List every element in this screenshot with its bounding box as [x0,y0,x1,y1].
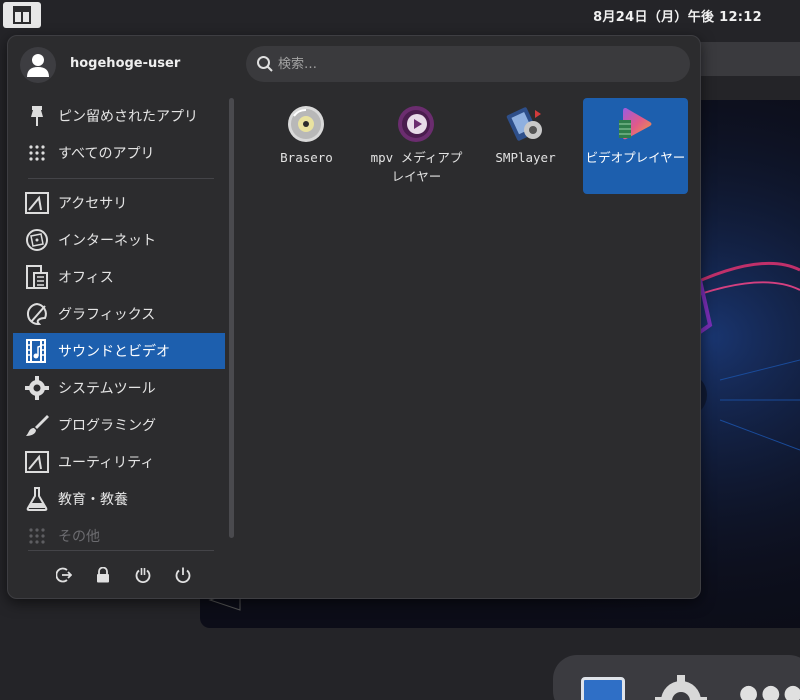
category-scrollbar[interactable] [229,98,234,538]
programming-icon [24,412,50,438]
app-label: Brasero [280,150,333,165]
system-tools-icon [24,375,50,401]
app-label: mpv メディアプレイヤー [370,150,463,184]
graphics-icon [24,301,50,327]
power-icon [175,567,191,583]
user-avatar[interactable] [20,47,56,83]
smplayer-icon [506,107,542,141]
pinned-apps-item[interactable]: ピン留めされたアプリ [13,98,225,134]
video-player-icon [619,108,652,140]
app-video-player[interactable]: ビデオプレイヤー [583,98,688,194]
app-grid: Brasero mpv メディアプレイヤー SMPlayer ビデオプレイヤー [244,96,694,296]
search-icon [257,56,273,72]
app-smplayer[interactable]: SMPlayer [473,98,578,194]
app-brasero[interactable]: Brasero [254,98,359,194]
lock-icon [97,567,109,583]
app-menu-button[interactable] [3,2,41,28]
all-apps-item[interactable]: すべてのアプリ [13,135,225,171]
dock: ●●● [553,655,800,700]
category-other[interactable]: その他 [13,518,225,554]
search-box[interactable] [246,46,690,82]
desktop: 8月24日（月）午後 12:12 ●●● hogehoge-user 検索… ピ… [0,0,800,700]
session-buttons [48,564,208,588]
accessories-icon [24,190,50,216]
category-sound-video[interactable]: サウンドとビデオ [13,333,225,369]
app-menu-icon [13,6,31,24]
dock-app-icon[interactable] [581,677,625,700]
app-label: ビデオプレイヤー [585,150,686,165]
divider [28,178,214,179]
category-programming[interactable]: プログラミング [13,407,225,443]
brasero-icon [288,106,324,142]
background-window-titlebar[interactable] [700,42,800,76]
category-system-tools[interactable]: システムツール [13,370,225,406]
category-education[interactable]: 教育・教養 [13,481,225,517]
user-icon [27,54,49,77]
lock-button[interactable] [92,564,114,586]
category-graphics[interactable]: グラフィックス [13,296,225,332]
category-internet[interactable]: インターネット [13,222,225,258]
settings-gear-icon[interactable] [653,673,709,700]
app-label: SMPlayer [495,150,556,165]
suspend-button[interactable] [132,564,154,586]
pin-icon [24,103,50,129]
power-off-button[interactable] [172,564,194,586]
mpv-icon [398,106,434,142]
category-accessories[interactable]: アクセサリ [13,185,225,221]
more-apps-icon[interactable]: ●●● [739,681,800,700]
search-input[interactable] [278,53,668,75]
application-menu: hogehoge-user ピン留めされたアプリ すべてのアプリ [7,35,701,599]
suspend-icon [135,568,151,583]
user-name[interactable]: hogehoge-user [70,56,180,71]
divider [28,550,214,551]
office-icon [24,264,50,290]
category-list: ピン留めされたアプリ すべてのアプリ アクセサリ インターネット オフィス グラ… [8,96,230,545]
clock[interactable]: 8月24日（月）午後 12:12 [593,6,762,25]
category-utilities[interactable]: ユーティリティ [13,444,225,480]
utilities-icon [24,449,50,475]
top-bar: 8月24日（月）午後 12:12 [0,0,800,30]
grid-icon [24,140,50,166]
other-icon [24,523,50,549]
education-icon [24,486,50,512]
logout-button[interactable] [53,564,75,586]
internet-icon [24,227,50,253]
sound-video-icon [24,338,50,364]
logout-icon [56,567,72,583]
category-office[interactable]: オフィス [13,259,225,295]
app-mpv[interactable]: mpv メディアプレイヤー [364,98,469,194]
